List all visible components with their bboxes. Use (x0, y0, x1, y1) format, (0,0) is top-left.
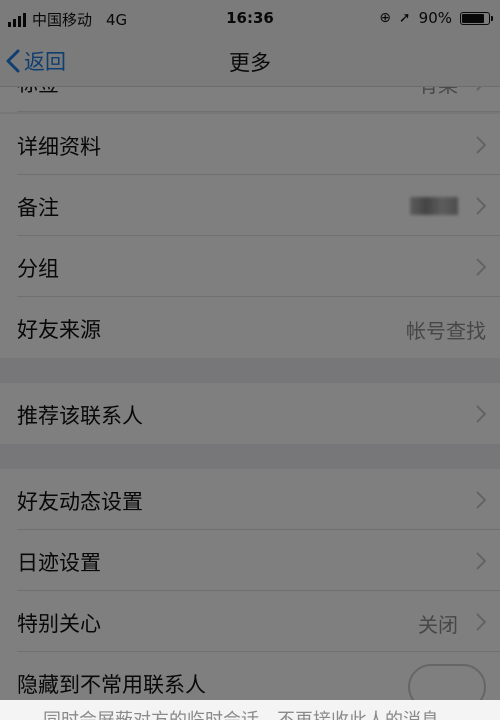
action-sheet: 同时会屏蔽对方的临时会话，不再接收此人的消息。 (0, 700, 500, 720)
action-sheet-message: 同时会屏蔽对方的临时会话，不再接收此人的消息。 (0, 706, 500, 720)
modal-dim-overlay[interactable] (0, 0, 500, 720)
